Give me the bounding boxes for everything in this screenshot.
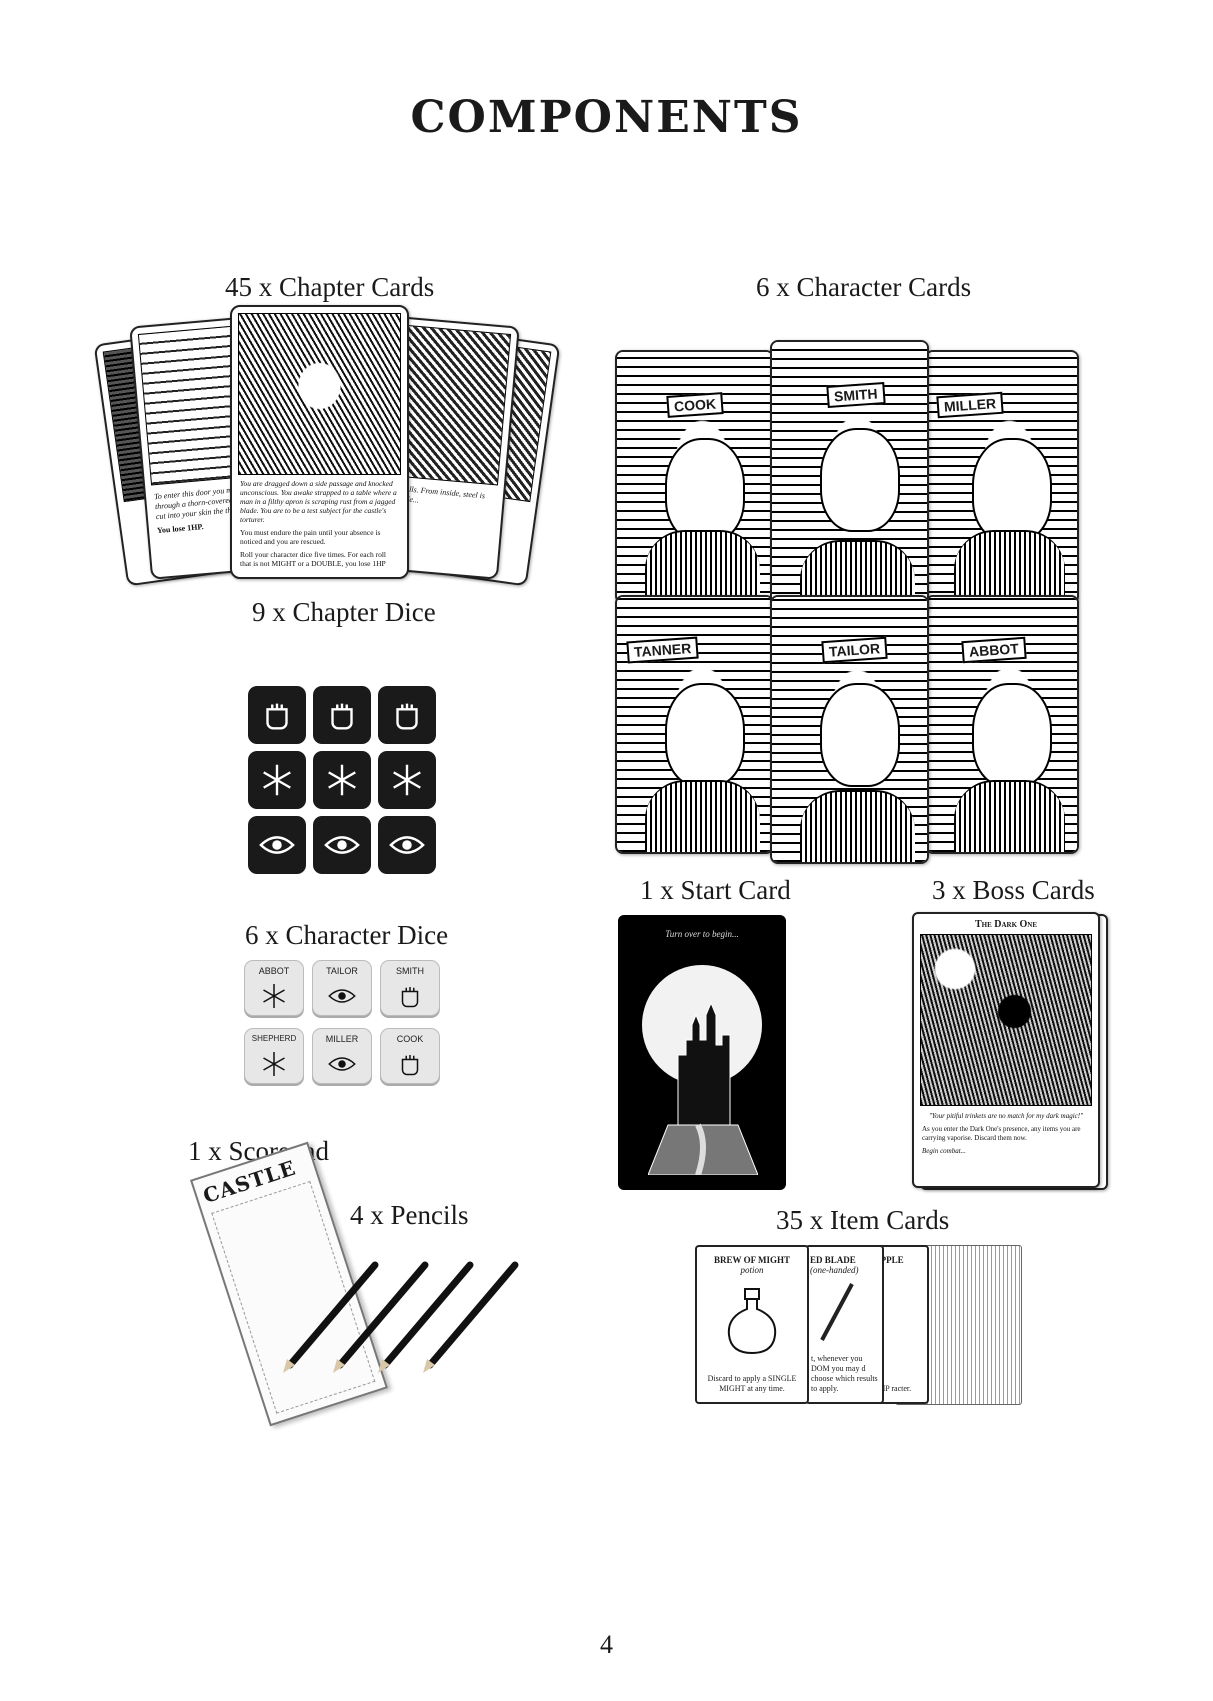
eye-icon [328, 989, 356, 1003]
character-cards-label: 6 x Character Cards [756, 272, 972, 302]
asterisk-icon [328, 764, 356, 796]
character-die: SHEPHERD [244, 1028, 304, 1084]
character-name: TAILOR [821, 636, 888, 664]
fist-die [378, 686, 436, 744]
chapter-card-intro: You are dragged down a side passage and … [240, 479, 397, 524]
asterisk-die [313, 751, 371, 809]
page-number: 4 [600, 1630, 613, 1659]
asterisk-die [248, 751, 306, 809]
character-card-tanner: TANNER [615, 595, 774, 854]
eye-die [378, 816, 436, 874]
eye-icon [389, 836, 425, 854]
character-card-tailor: TAILOR [770, 595, 929, 864]
start-card: Turn over to begin... [618, 915, 786, 1190]
boss-card-front: The Dark One "Your pitiful trinkets are … [912, 912, 1100, 1188]
character-die: TAILOR [312, 960, 372, 1016]
item-cards-label: 35 x Item Cards [776, 1205, 950, 1235]
fist-die [248, 686, 306, 744]
character-name: ABBOT [961, 636, 1027, 664]
chapter-cards-fan: To enter this door you must push through… [93, 305, 561, 595]
character-name: SMITH [826, 382, 886, 408]
character-die: COOK [380, 1028, 440, 1084]
page-title: COMPONENTS [410, 92, 803, 143]
character-die: ABBOT [244, 960, 304, 1016]
character-card-abbot: ABBOT [925, 595, 1079, 854]
chapter-card-roll: Roll your character dice five times. For… [240, 550, 386, 568]
eye-icon [259, 836, 295, 854]
asterisk-icon [263, 984, 285, 1008]
boss-name: The Dark One [974, 919, 1038, 930]
start-card-label: 1 x Start Card [640, 875, 791, 905]
chapter-card-lose: You must endure the pain until your abse… [240, 528, 381, 546]
asterisk-die [378, 751, 436, 809]
pencil [336, 1261, 429, 1369]
chapter-card-front: You are dragged down a side passage and … [230, 305, 409, 579]
chapter-cards-label: 45 x Chapter Cards [225, 272, 435, 302]
fist-icon [401, 987, 419, 1008]
character-name: COOK [666, 392, 724, 418]
fist-icon [396, 703, 418, 730]
character-cards-grid: COOK SMITH MILLER TANNER TAILOR ABBOT [615, 340, 1105, 864]
pencils-illustration [283, 1261, 519, 1373]
item-cards-stack: LLY PPLE tore 1HP racter. ED BLADE(one-h… [695, 1245, 1025, 1405]
eye-icon [328, 1057, 356, 1071]
eye-die [313, 816, 371, 874]
fist-icon [331, 703, 353, 730]
fist-die [313, 686, 371, 744]
character-card-cook: COOK [615, 350, 774, 604]
eye-icon [324, 836, 360, 854]
boss-begin: Begin combat... [922, 1147, 966, 1155]
item-card: ED BLADE (one-handed) t, whenever you DOM… [805, 1245, 884, 1404]
pencil [286, 1261, 379, 1369]
character-dice-label: 6 x Character Dice [245, 920, 449, 950]
pencil [426, 1261, 519, 1369]
start-card-caption: Turn over to begin... [665, 929, 739, 939]
character-die: MILLER [312, 1028, 372, 1084]
character-card-smith: SMITH [770, 340, 929, 614]
character-name: MILLER [936, 391, 1004, 419]
castle-illustration [648, 1001, 758, 1175]
character-die: SMITH [380, 960, 440, 1016]
blade-icon [820, 1283, 854, 1341]
character-dice-grid: ABBOT TAILOR SMITH SHEPHERD MILLER COOK [244, 960, 444, 1090]
boss-quote: "Your pitiful trinkets are no match for … [928, 1112, 1084, 1120]
asterisk-icon [263, 1052, 285, 1076]
item-card-brew-of-might: BREW OF MIGHT potion Discard to apply a S… [695, 1245, 809, 1404]
chapter-dice-label: 9 x Chapter Dice [252, 597, 436, 627]
chapter-card-left-lose: You lose 1HP. [156, 522, 204, 536]
asterisk-icon [263, 764, 291, 796]
fist-icon [401, 1055, 419, 1076]
boss-text: As you enter the Dark One's presence, an… [922, 1125, 1081, 1142]
pencils-label: 4 x Pencils [350, 1200, 469, 1230]
chapter-dice-grid [248, 686, 448, 886]
boss-cards-stack: The Dark One "Your pitiful trinkets are … [912, 912, 1108, 1192]
boss-cards-label: 3 x Boss Cards [932, 875, 1095, 905]
potion-icon [727, 1288, 777, 1355]
fist-icon [266, 703, 288, 730]
eye-die [248, 816, 306, 874]
asterisk-icon [393, 764, 421, 796]
character-card-miller: MILLER [925, 350, 1079, 604]
pencil [381, 1261, 474, 1369]
